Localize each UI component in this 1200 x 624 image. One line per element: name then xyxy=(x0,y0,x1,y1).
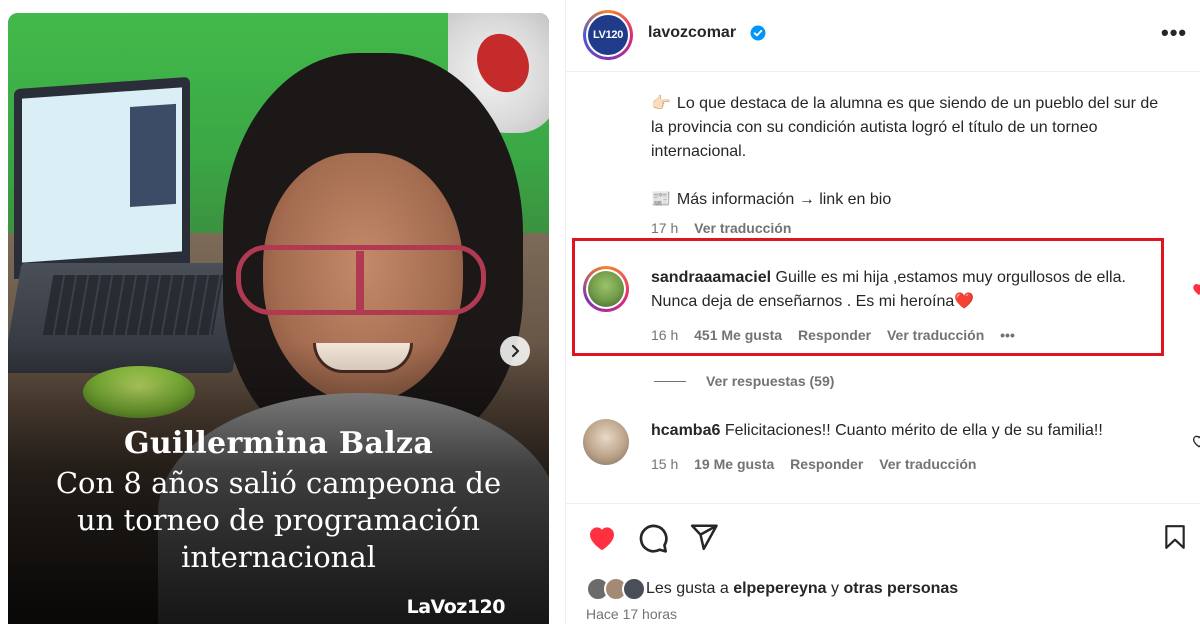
heart-filled-icon[interactable] xyxy=(1191,281,1200,297)
red-heart-icon: ❤️ xyxy=(954,293,975,310)
likes-user[interactable]: elpepereyna xyxy=(733,580,826,598)
post-image[interactable]: Guillermina Balza Con 8 años salió campe… xyxy=(8,13,549,624)
video-call-panel xyxy=(130,103,176,208)
heart-filled-icon[interactable] xyxy=(585,522,619,554)
comment-likes[interactable]: 19 Me gusta xyxy=(694,456,774,472)
comment-reply-button[interactable]: Responder xyxy=(790,456,863,472)
comment-meta: 15 h 19 Me gusta Responder Ver traducció… xyxy=(651,456,988,472)
brand-watermark: LaVoz120 xyxy=(406,596,506,618)
caption-paragraph: 👉🏻 Lo que destaca de la alumna es que sie… xyxy=(651,92,1161,164)
headline-body: Con 8 años salió campeona de un torneo d… xyxy=(8,465,549,576)
likes-summary[interactable]: Les gusta a elpepereyna y otras personas xyxy=(586,577,958,601)
share-icon[interactable] xyxy=(689,522,719,552)
comment-translate-link[interactable]: Ver traducción xyxy=(887,327,984,343)
laptop-display xyxy=(22,87,182,263)
headline-name: Guillermina Balza xyxy=(123,426,434,461)
instagram-post-view: Guillermina Balza Con 8 años salió campe… xyxy=(0,0,1200,624)
comment-time[interactable]: 16 h xyxy=(651,327,678,343)
liker-avatars xyxy=(586,577,646,601)
likes-and: y xyxy=(831,580,840,597)
headline-line: un torneo de programación xyxy=(76,503,481,537)
post-panel: LV120 lavozcomar ••• 👉🏻 Lo que destaca de… xyxy=(565,0,1200,624)
account-avatar[interactable]: LV120 xyxy=(583,10,633,60)
comment-more-icon[interactable]: ••• xyxy=(1000,327,1015,343)
liker-avatar xyxy=(622,577,646,601)
comment-body: hcamba6 Felicitaciones!! Cuanto mérito d… xyxy=(651,419,1151,443)
caption-paragraph: 📰 Más información → link en bio xyxy=(651,188,1161,212)
comment-likes[interactable]: 451 Me gusta xyxy=(694,327,782,343)
post-actions: Les gusta a elpepereyna y otras personas… xyxy=(566,503,1200,624)
caption-text: Lo que destaca de la alumna es que siend… xyxy=(651,95,1159,160)
comment-translate-link[interactable]: Ver traducción xyxy=(879,456,976,472)
caption-meta: 17 h Ver traducción xyxy=(651,220,803,236)
newspaper-icon: 📰 xyxy=(651,191,671,208)
view-replies-label: Ver respuestas (59) xyxy=(706,373,835,389)
heart-outline-icon[interactable] xyxy=(1191,433,1200,449)
comment-reply-button[interactable]: Responder xyxy=(798,327,871,343)
post-caption: 👉🏻 Lo que destaca de la alumna es que sie… xyxy=(651,92,1161,212)
bookmark-icon[interactable] xyxy=(1162,522,1188,552)
caption-time[interactable]: 17 h xyxy=(651,220,678,236)
comment-icon[interactable] xyxy=(637,522,669,554)
caption-link-text: Más información → link en bio xyxy=(676,191,892,208)
laptop-keyboard xyxy=(42,275,224,335)
replies-divider xyxy=(654,380,686,382)
comment-username[interactable]: sandraaamaciel xyxy=(651,269,771,286)
chevron-right-icon xyxy=(511,344,520,358)
view-replies-button[interactable]: Ver respuestas (59) xyxy=(654,373,834,389)
post-timestamp: Hace 17 horas xyxy=(586,606,678,622)
comment-avatar[interactable] xyxy=(583,266,629,312)
comment-avatar[interactable] xyxy=(583,419,629,465)
headline-line: internacional xyxy=(181,540,376,574)
avatar-logo: LV120 xyxy=(588,15,628,55)
pointing-hand-icon: 👉🏻 xyxy=(651,95,671,112)
comment-text: Felicitaciones!! Cuanto mérito de ella y… xyxy=(724,422,1103,439)
comment-body: sandraaamaciel Guille es mi hija ,estamo… xyxy=(651,266,1151,314)
comment-meta: 16 h 451 Me gusta Responder Ver traducci… xyxy=(651,327,1027,343)
caption-translate-link[interactable]: Ver traducción xyxy=(694,220,791,236)
comment-username[interactable]: hcamba6 xyxy=(651,422,720,439)
account-username[interactable]: lavozcomar xyxy=(648,24,736,42)
verified-badge-icon xyxy=(750,25,766,41)
more-options-icon[interactable]: ••• xyxy=(1161,20,1187,46)
headline-line: Con 8 años salió campeona de xyxy=(55,466,502,500)
comment-time[interactable]: 15 h xyxy=(651,456,678,472)
glasses-bridge xyxy=(356,251,364,311)
next-image-button[interactable] xyxy=(500,336,530,366)
likes-prefix: Les gusta a xyxy=(646,580,729,597)
post-header: LV120 lavozcomar ••• xyxy=(566,0,1200,72)
likes-others[interactable]: otras personas xyxy=(843,580,958,598)
